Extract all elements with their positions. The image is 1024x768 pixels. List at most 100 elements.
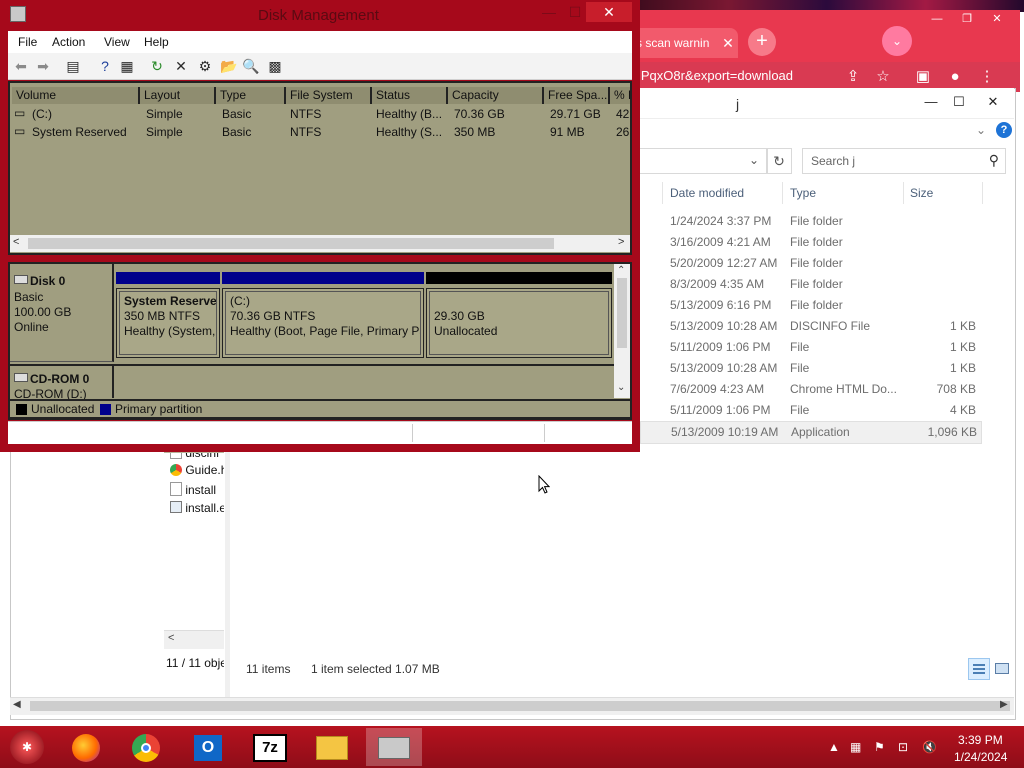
file-row[interactable]: 3/16/2009 4:21 AM File folder	[640, 232, 980, 253]
scroll-down-icon[interactable]: ⌄	[617, 382, 625, 393]
large-icons-view-button[interactable]	[993, 660, 1009, 676]
menu-file[interactable]: File	[18, 35, 37, 49]
disk-0-label[interactable]: Disk 0 Basic 100.00 GB Online	[10, 264, 114, 362]
properties-icon[interactable]: ▦	[118, 57, 136, 75]
column-separator[interactable]	[903, 182, 904, 204]
new-tab-button[interactable]: +	[748, 28, 776, 56]
col-free-space[interactable]: Free Spa...	[544, 87, 610, 104]
col-capacity[interactable]: Capacity	[448, 87, 544, 104]
refresh-icon[interactable]: ↻	[766, 148, 792, 174]
explorer-address-bar[interactable]: ⌄	[630, 148, 768, 174]
scrollbar-thumb[interactable]	[28, 238, 554, 249]
explorer-close-button[interactable]: ✕	[978, 92, 1008, 112]
explorer-horizontal-scrollbar[interactable]: ◀ ▶	[10, 697, 1014, 715]
firefox-icon[interactable]	[58, 728, 114, 766]
file-row[interactable]: 5/13/2009 10:19 AM Application 1,096 KB	[640, 421, 982, 444]
menu-view[interactable]: View	[104, 35, 130, 49]
search-input[interactable]: Search j ⚲	[802, 148, 1006, 174]
chrome-url-text[interactable]: lPqxO8r&export=download	[638, 68, 793, 83]
delete-icon[interactable]: ✕	[172, 57, 190, 75]
open-folder-icon[interactable]: 📂	[220, 57, 238, 75]
start-button[interactable]: ✱	[10, 730, 44, 764]
devices-icon[interactable]: ⊡	[898, 740, 908, 754]
refresh-icon[interactable]: ↻	[148, 57, 166, 75]
scroll-left-icon[interactable]: <	[13, 236, 19, 248]
disk-management-icon[interactable]	[366, 728, 422, 766]
help-icon[interactable]: ?	[96, 57, 114, 75]
cdrom-label[interactable]: CD-ROM 0 CD-ROM (D:)	[10, 366, 114, 401]
back-arrow-icon[interactable]: ⬅	[12, 57, 30, 75]
nav-item[interactable]: install.e	[170, 501, 224, 519]
volume-list-horizontal-scrollbar[interactable]: < >	[10, 235, 630, 252]
share-icon[interactable]: ⇪	[842, 67, 864, 87]
scroll-left-icon[interactable]: <	[168, 632, 174, 644]
partition-system-reserved[interactable]: System Reserve 350 MB NTFS Healthy (Syst…	[116, 288, 220, 358]
column-size[interactable]: Size	[910, 186, 933, 200]
details-view-button[interactable]	[968, 658, 990, 680]
7zip-icon[interactable]: 7z	[242, 728, 298, 766]
scrollbar-thumb[interactable]	[30, 701, 1010, 711]
menu-action[interactable]: Action	[52, 35, 85, 49]
chrome-menu-icon[interactable]: ⋮	[976, 67, 998, 87]
help-icon[interactable]: ?	[996, 122, 1012, 138]
scrollbar-thumb[interactable]	[617, 278, 627, 348]
show-hidden-icons-icon[interactable]: ▲	[828, 740, 840, 754]
flag-icon[interactable]: ⚑	[874, 740, 885, 754]
explorer-minimize-button[interactable]: —	[916, 92, 946, 112]
scroll-left-icon[interactable]: ◀	[13, 699, 21, 710]
chrome-close-button[interactable]: ✕	[982, 10, 1012, 28]
chrome-tab-search-icon[interactable]: ⌄	[882, 26, 912, 56]
file-row[interactable]: 5/11/2009 1:06 PM File 4 KB	[640, 400, 980, 421]
chrome-icon[interactable]	[118, 728, 174, 766]
volume-row[interactable]: ▭ System Reserved Simple Basic NTFS Heal…	[10, 123, 630, 141]
chrome-restore-button[interactable]: ❐	[952, 10, 982, 28]
address-dropdown-icon[interactable]: ⌄	[749, 153, 759, 167]
network-icon[interactable]: ▦	[850, 740, 861, 754]
col-status[interactable]: Status	[372, 87, 448, 104]
bookmark-star-icon[interactable]: ☆	[872, 67, 894, 87]
column-type[interactable]: Type	[790, 186, 816, 200]
nav-pane-horizontal-scrollbar[interactable]: <	[164, 630, 224, 649]
rescan-disks-icon[interactable]: ▩	[266, 57, 284, 75]
volume-row[interactable]: ▭ (C:) Simple Basic NTFS Healthy (B... 7…	[10, 105, 630, 123]
scroll-right-icon[interactable]: ▶	[1000, 699, 1008, 710]
column-date-modified[interactable]: Date modified	[670, 186, 744, 200]
col-layout[interactable]: Layout	[140, 87, 216, 104]
side-panel-icon[interactable]: ▣	[912, 67, 934, 87]
explorer-maximize-button[interactable]: ☐	[944, 92, 974, 112]
close-button[interactable]: ✕	[586, 2, 632, 22]
search-icon[interactable]: ⚲	[989, 152, 999, 169]
clock-time[interactable]: 3:39 PM	[958, 733, 1003, 747]
column-separator[interactable]	[982, 182, 983, 204]
search-icon[interactable]: 🔍	[242, 57, 260, 75]
file-row[interactable]: 5/13/2009 10:28 AM File 1 KB	[640, 358, 980, 379]
volume-muted-icon[interactable]: 🔇	[922, 740, 937, 754]
nav-item[interactable]: install	[170, 482, 224, 500]
file-row[interactable]: 1/24/2024 3:37 PM File folder	[640, 211, 980, 232]
chrome-tab-close-icon[interactable]: ✕	[718, 28, 738, 58]
file-row[interactable]: 7/6/2009 4:23 AM Chrome HTML Do... 708 KB	[640, 379, 980, 400]
file-explorer-icon[interactable]	[304, 728, 360, 766]
file-row[interactable]: 5/13/2009 6:16 PM File folder	[640, 295, 980, 316]
col-percent-free[interactable]: % F	[610, 87, 630, 104]
partition-unallocated[interactable]: 29.30 GB Unallocated	[426, 288, 612, 358]
menu-help[interactable]: Help	[144, 35, 169, 49]
col-volume[interactable]: Volume	[12, 87, 140, 104]
scroll-up-icon[interactable]: ⌃	[617, 265, 625, 276]
column-separator[interactable]	[782, 182, 783, 204]
outlook-icon[interactable]: O	[180, 728, 236, 766]
ribbon-expand-icon[interactable]: ⌄	[976, 123, 986, 137]
col-file-system[interactable]: File System	[286, 87, 372, 104]
forward-arrow-icon[interactable]: ➡	[34, 57, 52, 75]
pane-splitter[interactable]	[225, 445, 230, 697]
file-row[interactable]: 8/3/2009 4:35 AM File folder	[640, 274, 980, 295]
file-row[interactable]: 5/11/2009 1:06 PM File 1 KB	[640, 337, 980, 358]
partition-c[interactable]: (C:) 70.36 GB NTFS Healthy (Boot, Page F…	[222, 288, 424, 358]
settings-icon[interactable]: ⚙	[196, 57, 214, 75]
disk-view-vertical-scrollbar[interactable]: ⌃ ⌄	[614, 264, 630, 398]
show-hide-console-tree-icon[interactable]: ▤	[64, 57, 82, 75]
column-separator[interactable]	[662, 182, 663, 204]
chrome-minimize-button[interactable]: —	[922, 10, 952, 28]
file-row[interactable]: 5/13/2009 10:28 AM DISCINFO File 1 KB	[640, 316, 980, 337]
profile-avatar-icon[interactable]: ●	[944, 67, 966, 87]
